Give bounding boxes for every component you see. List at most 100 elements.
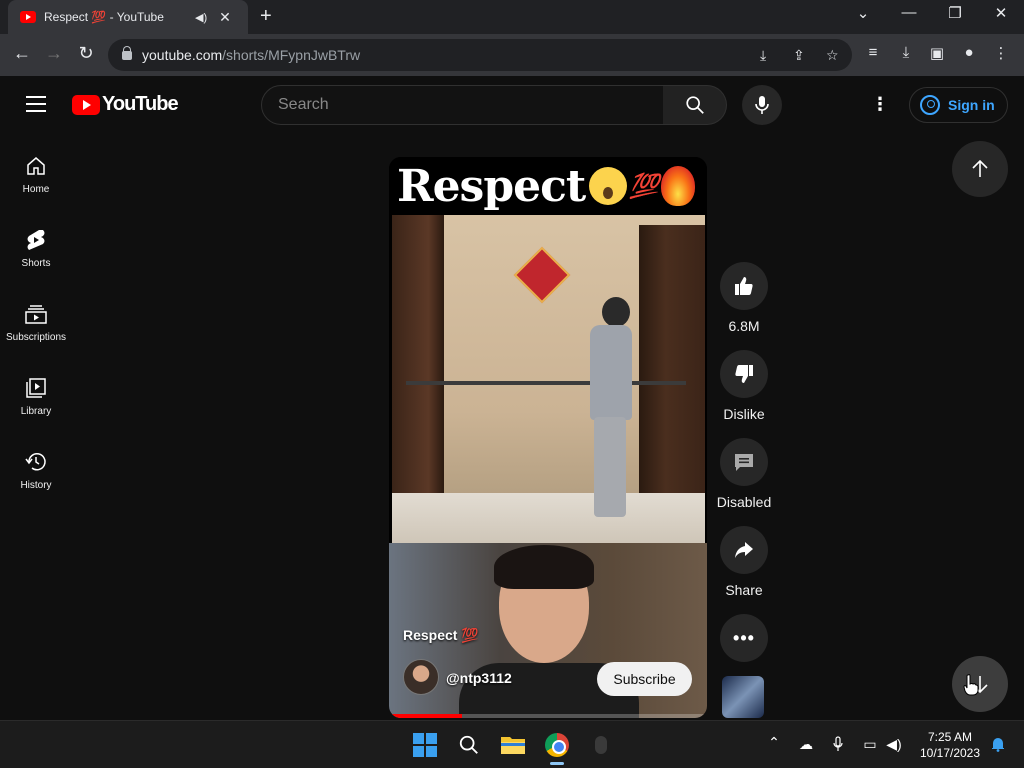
- share-action: Share: [719, 526, 769, 598]
- chrome-icon: [545, 733, 569, 757]
- side-panel-icon[interactable]: ▣: [926, 44, 948, 62]
- subscriptions-icon: [24, 302, 48, 326]
- sidebar-item-shorts[interactable]: Shorts: [0, 228, 72, 302]
- short-title[interactable]: Respect 💯: [403, 627, 479, 644]
- door-left: [392, 215, 444, 515]
- browser-tab[interactable]: Respect 💯 - YouTube ◀) ✕: [8, 0, 248, 34]
- sidebar-item-history[interactable]: History: [0, 450, 72, 524]
- start-button[interactable]: [411, 731, 439, 759]
- tab-search-icon[interactable]: ⌄: [848, 4, 878, 22]
- back-button[interactable]: ←: [10, 43, 34, 64]
- restore-button[interactable]: ❐: [940, 4, 970, 22]
- youtube-favicon-icon: [20, 11, 36, 23]
- chrome-menu-icon[interactable]: ⋮: [990, 44, 1012, 62]
- previous-short-button[interactable]: [952, 141, 1008, 197]
- short-video-player[interactable]: Respect 💯 Respect 💯 @ntp3112 Subscribe: [389, 157, 707, 718]
- search-button[interactable]: [663, 85, 727, 125]
- system-clock[interactable]: 7:25 AM 10/17/2023: [912, 729, 988, 761]
- share-button[interactable]: [720, 526, 768, 574]
- reload-button[interactable]: ↻: [74, 43, 98, 64]
- scream-emoji-icon: [589, 167, 628, 205]
- taskbar-search-icon: [459, 735, 478, 754]
- next-short-button[interactable]: [952, 656, 1008, 712]
- subscribe-button[interactable]: Subscribe: [597, 662, 692, 696]
- file-explorer-button[interactable]: [499, 731, 527, 759]
- tab-title: Respect 💯 - YouTube: [44, 10, 164, 24]
- share-page-icon[interactable]: ⇪: [793, 47, 805, 64]
- fu-decoration: [513, 246, 571, 304]
- video-frame-top: [392, 215, 705, 543]
- sidebar-item-library[interactable]: Library: [0, 376, 72, 450]
- like-count: 6.8M: [728, 318, 760, 334]
- settings-more-icon[interactable]: ⋮: [870, 94, 890, 115]
- close-window-button[interactable]: ✕: [986, 4, 1016, 22]
- search-icon: [685, 96, 704, 114]
- comments-action: Disabled: [717, 438, 771, 510]
- chrome-taskbar-button[interactable]: [543, 731, 571, 759]
- downloads-icon[interactable]: ⤓: [895, 44, 917, 61]
- close-tab-icon[interactable]: ✕: [219, 9, 231, 26]
- address-bar[interactable]: youtube.com/shorts/MFypnJwBTrw ⤓ ⇪ ☆: [108, 39, 852, 71]
- sound-thumbnail[interactable]: [722, 676, 764, 718]
- bookmark-star-icon[interactable]: ☆: [826, 47, 839, 64]
- share-label: Share: [725, 582, 763, 598]
- browser-toolbar: ← → ↻ youtube.com/shorts/MFypnJwBTrw ⤓ ⇪…: [0, 34, 1024, 76]
- sidebar-item-label: Library: [20, 406, 52, 417]
- share-arrow-icon: [735, 542, 753, 558]
- video-caption-bar: Respect 💯: [389, 157, 707, 215]
- video-progress-fill: [389, 714, 463, 718]
- like-button[interactable]: [720, 262, 768, 310]
- channel-name[interactable]: @ntp3112: [446, 670, 512, 686]
- taskbar-search-button[interactable]: [455, 731, 483, 759]
- search-input[interactable]: Search: [261, 85, 664, 125]
- menu-icon[interactable]: [26, 96, 46, 112]
- home-icon: [24, 154, 48, 178]
- shorts-icon: [24, 228, 48, 252]
- show-hidden-icons[interactable]: ⌃: [764, 734, 784, 751]
- sidebar-item-label: Shorts: [21, 258, 51, 269]
- media-control-icon[interactable]: ≡: [862, 44, 884, 61]
- install-app-icon[interactable]: ⤓: [760, 47, 766, 64]
- network-icon[interactable]: ▭: [860, 736, 880, 753]
- pole: [406, 381, 686, 385]
- sidebar-item-subscriptions[interactable]: Subscriptions: [0, 302, 72, 376]
- voice-search-button[interactable]: [742, 85, 782, 125]
- youtube-logo[interactable]: YouTube: [72, 93, 179, 116]
- more-options-button[interactable]: •••: [720, 614, 768, 662]
- forward-button[interactable]: →: [42, 43, 66, 64]
- sidebar-item-label: Subscriptions: [5, 332, 67, 343]
- channel-avatar[interactable]: [403, 659, 439, 695]
- sidebar-item-home[interactable]: Home: [0, 154, 72, 228]
- windows-taskbar: ⌃ ☁ ▭ ◀) 7:25 AM 10/17/2023: [0, 720, 1024, 768]
- url-path: /shorts/MFypnJwBTrw: [222, 47, 361, 63]
- speaker-icon[interactable]: ◀): [195, 11, 207, 24]
- microphone-icon: [755, 96, 769, 114]
- like-action: 6.8M: [719, 262, 769, 334]
- account-icon: [920, 95, 940, 115]
- onedrive-icon[interactable]: ☁: [796, 736, 816, 753]
- taskbar-app-button[interactable]: [587, 731, 615, 759]
- youtube-header: YouTube Search ⋮ Sign in: [0, 76, 1024, 132]
- person-figure: [572, 297, 632, 517]
- notification-bell-icon[interactable]: [988, 736, 1008, 755]
- video-caption-text: Respect: [397, 160, 586, 212]
- sidebar-item-label: Home: [22, 184, 50, 195]
- comments-label: Disabled: [716, 494, 772, 510]
- fire-emoji-icon: [661, 166, 696, 206]
- url-domain: youtube.com: [142, 47, 223, 63]
- volume-icon[interactable]: ◀): [884, 736, 904, 753]
- url-text[interactable]: youtube.com/shorts/MFypnJwBTrw: [142, 47, 360, 63]
- clock-time: 7:25 AM: [927, 730, 973, 744]
- clock-date: 10/17/2023: [919, 746, 981, 760]
- lock-icon[interactable]: [122, 45, 132, 60]
- sign-in-button[interactable]: Sign in: [909, 87, 1008, 123]
- comments-button[interactable]: [720, 438, 768, 486]
- dislike-button[interactable]: [720, 350, 768, 398]
- floor: [392, 493, 705, 543]
- minimize-button[interactable]: —: [894, 4, 924, 21]
- active-app-indicator: [550, 762, 564, 765]
- profile-icon[interactable]: ●: [958, 44, 980, 61]
- tray-microphone-icon[interactable]: [828, 736, 848, 755]
- new-tab-button[interactable]: +: [260, 5, 272, 28]
- video-progress-bar[interactable]: [389, 714, 707, 718]
